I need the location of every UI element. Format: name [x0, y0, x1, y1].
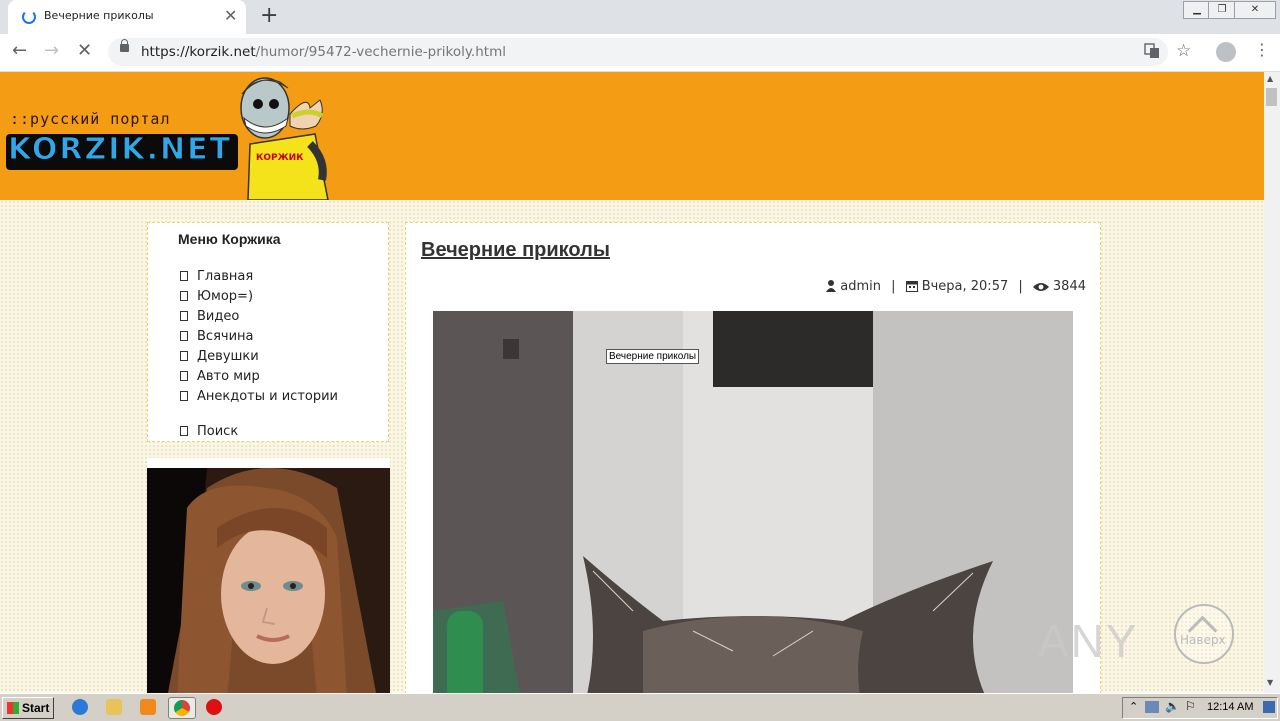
article: Вечерние приколы admin | Вчера, 20:57 | …: [405, 222, 1101, 693]
article-image[interactable]: [433, 311, 1073, 693]
system-tray: ⌃ 🔈 ⚐ 12:14 AM: [1122, 697, 1278, 719]
url-path: /humor/95472-vechernie-prikoly.html: [255, 44, 506, 60]
chrome-icon: [174, 700, 190, 716]
article-author[interactable]: admin: [840, 279, 881, 294]
side-photo-block: [147, 458, 390, 693]
menu-item-girls[interactable]: Девушки: [180, 349, 259, 364]
mascot-shirt-label: КОРЖИК: [256, 153, 304, 163]
bullet-icon: [180, 371, 188, 381]
windows-flag-icon: [7, 702, 19, 714]
new-tab-icon[interactable]: +: [260, 3, 278, 28]
bullet-icon: [180, 391, 188, 401]
internet-explorer-icon[interactable]: [72, 699, 88, 715]
menu-item-auto[interactable]: Авто мир: [180, 369, 260, 384]
menu-item-label: Юмор=): [197, 289, 254, 304]
network-icon[interactable]: [1145, 701, 1159, 713]
side-menu: Меню Коржика Главная Юмор=) Видео Всячин…: [147, 222, 389, 442]
menu-item-humor[interactable]: Юмор=): [180, 289, 253, 304]
bullet-icon: [180, 351, 188, 361]
address-bar[interactable]: https://korzik.net/humor/95472-vechernie…: [108, 38, 1191, 66]
bullet-icon: [180, 291, 188, 301]
scroll-up-icon[interactable]: ▲: [1267, 74, 1273, 83]
loading-spinner-icon: [22, 10, 36, 24]
bullet-icon: [180, 311, 188, 321]
web-page: ::русский портал KORZIK.NET КОРЖИК Меню …: [0, 72, 1264, 693]
show-desktop-icon[interactable]: [1263, 701, 1275, 713]
windows-taskbar: Start ⌃ 🔈 ⚐ 12:14 AM: [0, 693, 1280, 721]
page-scrollbar[interactable]: ▲ ▼: [1264, 72, 1280, 693]
bullet-icon: [180, 271, 188, 281]
logo-tagline: ::русский портал: [10, 110, 171, 128]
chrome-taskbar-button[interactable]: [168, 697, 196, 719]
bullet-icon: [180, 426, 188, 436]
stop-loading-icon[interactable]: ✕: [77, 40, 92, 61]
site-header-banner: ::русский портал KORZIK.NET КОРЖИК: [0, 72, 1264, 200]
bullet-icon: [180, 331, 188, 341]
menu-item-label: Девушки: [197, 349, 259, 364]
mascot-cartoon-icon: КОРЖИК: [240, 77, 329, 200]
eye-icon: [1032, 283, 1049, 291]
article-date: Вчера, 20:57: [921, 279, 1009, 294]
menu-item-label: Авто мир: [197, 369, 260, 384]
restore-window-button[interactable]: ❐: [1208, 1, 1236, 19]
menu-item-label: Анекдоты и истории: [197, 389, 339, 404]
volume-icon[interactable]: 🔈: [1165, 699, 1180, 713]
article-meta: admin | Вчера, 20:57 | 3844: [826, 279, 1086, 294]
menu-title: Меню Коржика: [178, 231, 281, 247]
tab-title: Вечерние приколы: [44, 9, 154, 22]
close-tab-icon[interactable]: ✕: [224, 6, 237, 25]
article-views: 3844: [1052, 279, 1086, 294]
tray-expand-icon[interactable]: ⌃: [1129, 700, 1138, 713]
minimize-window-button[interactable]: ▁: [1183, 1, 1211, 19]
profile-avatar-icon[interactable]: [1216, 42, 1236, 62]
menu-item-label: Главная: [197, 269, 254, 284]
separator: |: [1018, 279, 1023, 294]
action-center-flag-icon[interactable]: ⚐: [1185, 699, 1196, 713]
scroll-down-icon[interactable]: ▼: [1267, 678, 1273, 687]
url-host: https://korzik.net: [141, 44, 256, 60]
lock-icon[interactable]: [120, 39, 129, 52]
scrollbar-thumb[interactable]: [1266, 88, 1277, 106]
url-text[interactable]: https://korzik.net/humor/95472-vechernie…: [141, 44, 506, 60]
menu-item-search[interactable]: Поиск: [180, 424, 238, 439]
separator: |: [891, 279, 896, 294]
menu-item-home[interactable]: Главная: [180, 269, 253, 284]
bookmark-star-icon[interactable]: ☆: [1176, 41, 1191, 61]
back-arrow-icon[interactable]: ←: [12, 40, 27, 61]
taskbar-clock[interactable]: 12:14 AM: [1207, 701, 1253, 713]
menu-item-jokes[interactable]: Анекдоты и истории: [180, 389, 338, 404]
chrome-menu-icon[interactable]: ⋮: [1254, 40, 1270, 59]
image-tooltip: Вечерние приколы: [606, 349, 700, 364]
file-explorer-icon[interactable]: [106, 699, 122, 715]
article-title[interactable]: Вечерние приколы: [421, 239, 610, 262]
forward-arrow-icon[interactable]: →: [44, 40, 59, 61]
side-photo[interactable]: [147, 468, 390, 693]
menu-item-video[interactable]: Видео: [180, 309, 239, 324]
browser-tabstrip: Вечерние приколы ✕ + ▁ ❐ ✕: [0, 0, 1280, 34]
media-player-icon[interactable]: [140, 699, 156, 715]
logo-name: KORZIK.NET: [7, 132, 233, 168]
scroll-to-top-button[interactable]: Наверх: [1174, 604, 1234, 664]
translate-icon[interactable]: [1144, 43, 1160, 63]
browser-toolbar: ← → ✕ https://korzik.net/humor/95472-vec…: [0, 34, 1280, 72]
watermark-logo: ANY: [1038, 615, 1139, 667]
user-icon: [826, 280, 837, 292]
close-window-button[interactable]: ✕: [1234, 1, 1276, 19]
start-label: Start: [22, 701, 50, 715]
menu-item-label: Всячина: [197, 329, 254, 344]
browser-tab[interactable]: Вечерние приколы ✕: [8, 0, 246, 34]
menu-item-label: Видео: [197, 309, 240, 324]
opera-icon[interactable]: [206, 699, 222, 715]
scroll-to-top-label: Наверх: [1180, 633, 1226, 647]
menu-item-misc[interactable]: Всячина: [180, 329, 253, 344]
menu-item-label: Поиск: [197, 424, 239, 439]
start-button[interactable]: Start: [2, 697, 54, 719]
calendar-icon: [905, 281, 918, 292]
